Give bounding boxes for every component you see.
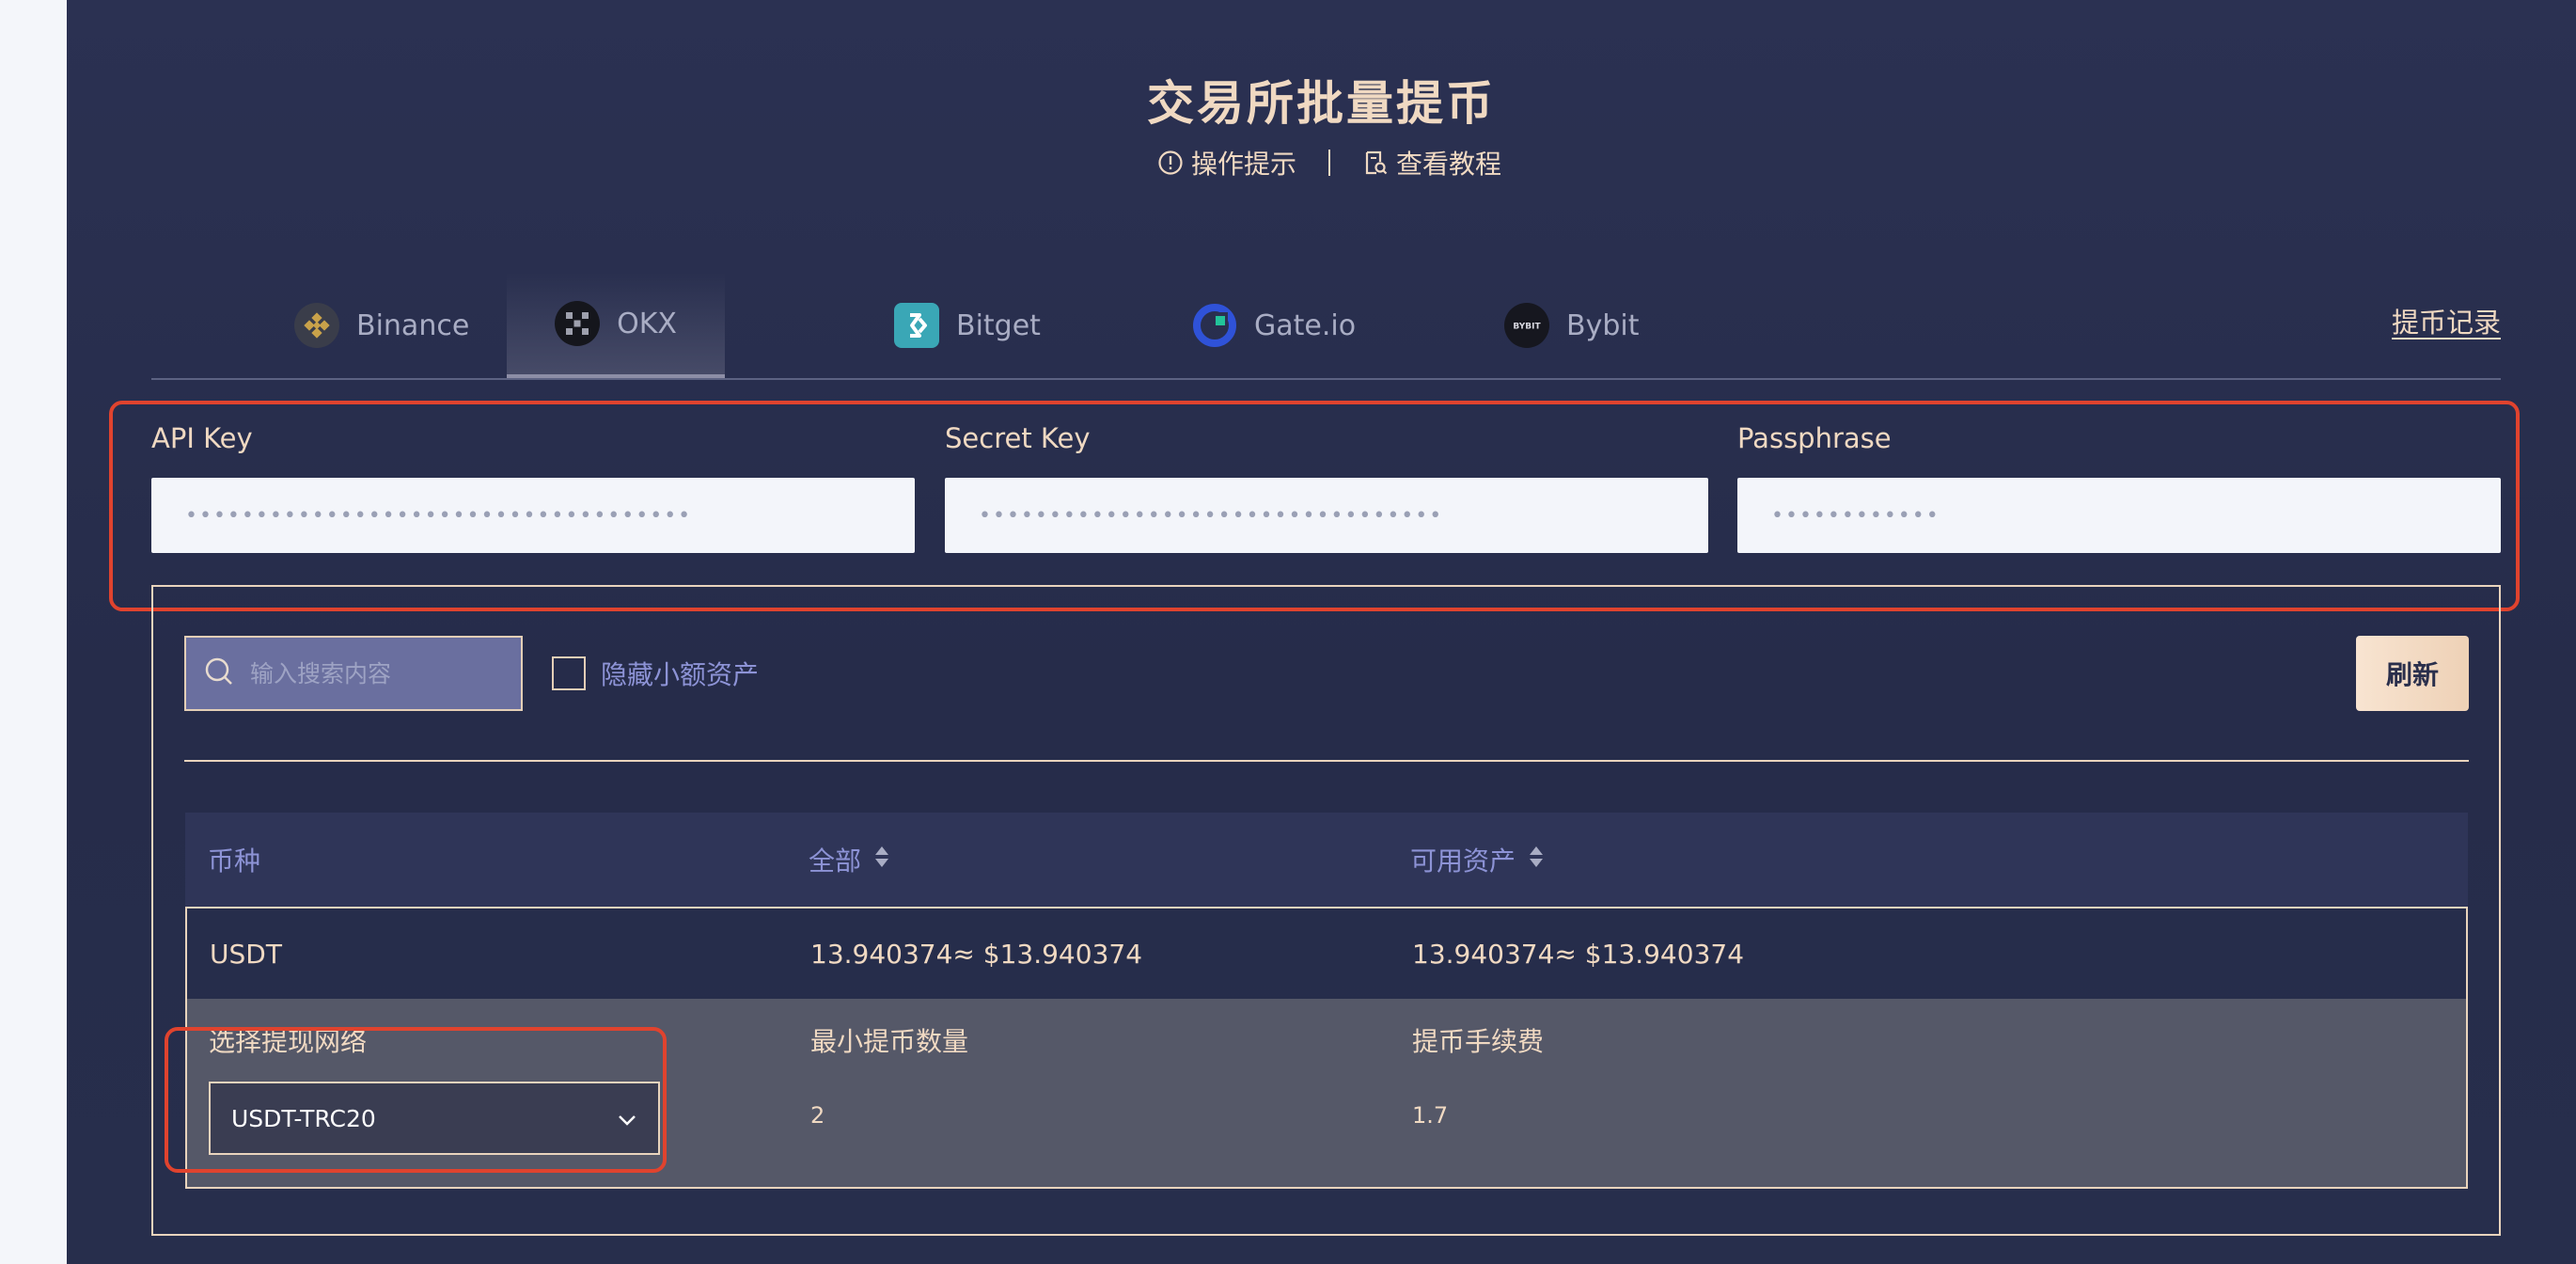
api-key-label: API Key [151,422,253,454]
header-coin: 币种 [208,813,260,907]
withdraw-history-link[interactable]: 提币记录 [2392,301,2501,340]
min-amount-value: 2 [810,1102,825,1129]
search-box[interactable] [184,636,523,711]
refresh-button[interactable]: 刷新 [2356,636,2469,711]
passphrase-input[interactable]: •••••••••••• [1737,478,2501,553]
tab-label: Bitget [956,308,1041,342]
hide-small-assets-toggle[interactable]: 隐藏小额资产 [552,655,759,692]
tab-label: Gate.io [1254,308,1357,342]
header-available-label: 可用资产 [1410,845,1516,877]
sort-icon[interactable] [872,844,891,877]
tab-gateio[interactable]: Gate.io [1192,273,1356,378]
search-icon [203,656,235,691]
secret-key-group: Secret Key •••••••••••••••••••••••••••••… [945,419,1708,553]
document-search-icon [1362,150,1389,176]
tutorial-label: 查看教程 [1396,149,1502,180]
tab-binance[interactable]: Binance [294,273,469,378]
bitget-icon [894,303,939,348]
sort-icon[interactable] [1527,844,1546,877]
header-total-label: 全部 [809,845,862,877]
fee-value: 1.7 [1412,1102,1449,1129]
header-coin-label: 币种 [208,845,261,877]
bybit-icon: BYBIT [1504,303,1549,348]
min-amount-label: 最小提币数量 [810,1026,969,1057]
cell-available: 13.940374≈ $13.940374 [1412,938,1745,970]
tips-label: 操作提示 [1191,149,1297,180]
table-row[interactable]: USDT 13.940374≈ $13.940374 13.940374≈ $1… [185,907,2468,1001]
fee-label: 提币手续费 [1412,1026,1545,1057]
header-links: 操作提示 查看教程 [1157,141,1501,184]
api-key-input[interactable]: •••••••••••••••••••••••••••••••••••• [151,478,915,553]
network-highlight [165,1027,667,1173]
tutorial-link[interactable]: 查看教程 [1362,144,1501,182]
tips-link[interactable]: 操作提示 [1157,144,1296,182]
page-title: 交易所批量提币 [1147,76,1496,131]
search-input[interactable] [248,658,496,688]
tab-okx[interactable]: OKX [507,273,725,378]
header-total[interactable]: 全部 [809,813,891,907]
passphrase-label: Passphrase [1737,422,1892,454]
tab-bybit[interactable]: BYBIT Bybit [1504,273,1639,378]
header-separator [1328,150,1331,176]
table-header: 币种 全部 可用资产 [185,813,2468,907]
tab-label: Bybit [1566,308,1640,342]
api-key-group: API Key ••••••••••••••••••••••••••••••••… [151,419,915,553]
hide-small-checkbox[interactable] [552,656,586,690]
main-panel: 交易所批量提币 操作提示 查看教程 Binance OKX Bitget Gat… [67,0,2576,1264]
cell-coin: USDT [210,938,282,970]
exchange-tabs: Binance OKX Bitget Gate.io BYBIT Bybit 提… [151,273,2501,380]
gateio-icon [1192,303,1237,348]
tab-label: OKX [617,307,677,340]
cell-total: 13.940374≈ $13.940374 [810,938,1143,970]
hide-small-label: 隐藏小额资产 [601,659,760,690]
tab-label: Binance [356,308,470,342]
svg-text:BYBIT: BYBIT [1513,323,1541,332]
info-icon [1157,150,1184,176]
toolbar-divider [184,760,2469,762]
secret-key-input[interactable]: ••••••••••••••••••••••••••••••••• [945,478,1708,553]
header-available[interactable]: 可用资产 [1410,813,1546,907]
tab-bitget[interactable]: Bitget [894,273,1041,378]
passphrase-group: Passphrase •••••••••••• [1737,419,2501,553]
secret-key-label: Secret Key [945,422,1091,454]
binance-icon [294,303,339,348]
okx-icon [555,301,601,346]
